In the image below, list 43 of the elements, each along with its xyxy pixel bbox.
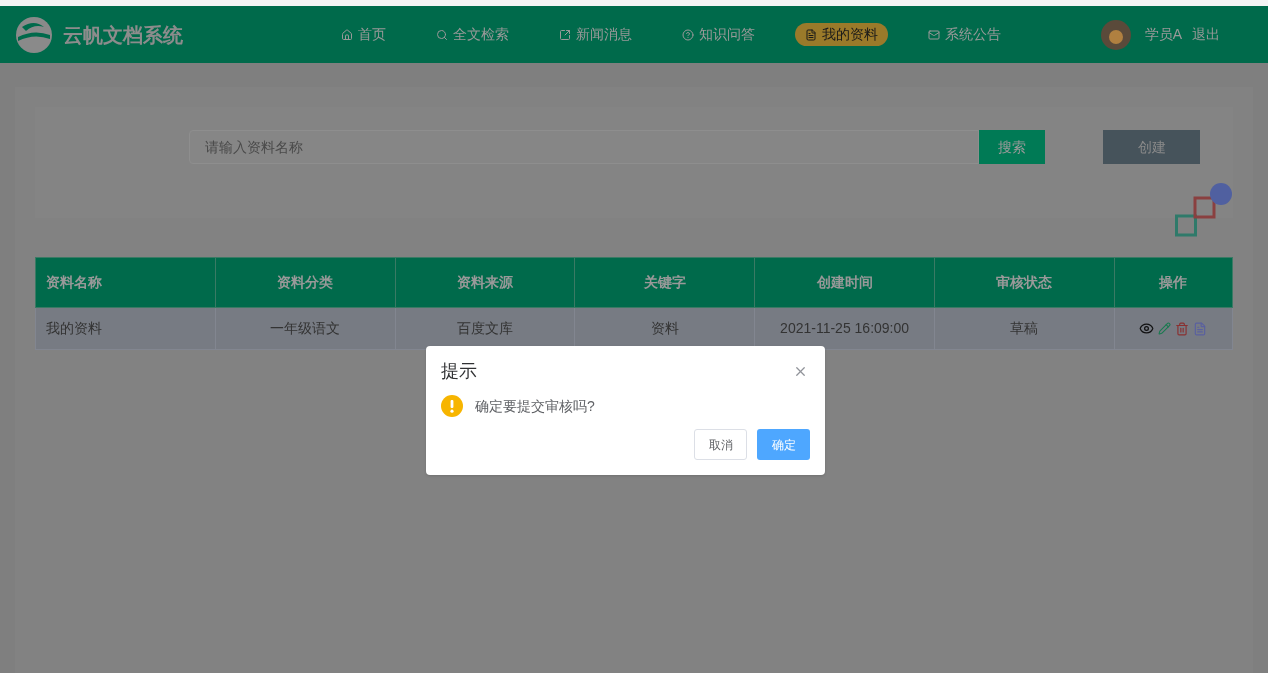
nav-item[interactable]: 首页 [331, 23, 396, 46]
logo-text: 云帆文档系统 [63, 22, 183, 48]
delete-icon[interactable] [1175, 321, 1190, 336]
search-icon [436, 28, 448, 41]
question-icon [682, 28, 694, 41]
edit-icon[interactable] [1158, 322, 1172, 335]
nav-item[interactable]: 全文检索 [426, 23, 519, 46]
table-cell: 百度文库 [395, 307, 575, 350]
table-cell: 草稿 [934, 307, 1115, 350]
avatar [1100, 19, 1131, 50]
search-field[interactable]: 请输入资料名称 [189, 130, 979, 164]
column-header: 操作 [1114, 257, 1233, 308]
column-header: 审核状态 [934, 257, 1115, 308]
submit-icon[interactable] [1193, 321, 1208, 336]
column-header: 创建时间 [754, 257, 935, 308]
document-icon [805, 28, 817, 41]
column-header: 资料来源 [395, 257, 575, 308]
user-name: 学员A [1144, 25, 1182, 44]
mail-icon [928, 28, 940, 41]
view-icon[interactable] [1139, 321, 1155, 336]
column-header: 资料名称 [35, 257, 216, 308]
nav-item[interactable]: 知识问答 [672, 23, 765, 46]
search-button[interactable]: 搜索 [979, 130, 1045, 164]
confirm-button[interactable]: 确定 [757, 429, 810, 460]
dialog-message: 确定要提交审核吗? [475, 396, 595, 416]
close-icon[interactable] [793, 364, 808, 379]
nav-item[interactable]: 我的资料 [795, 23, 888, 46]
nav-item[interactable]: 系统公告 [918, 23, 1011, 46]
logout-link[interactable]: 退出 [1192, 24, 1220, 45]
nav-item[interactable]: 新闻消息 [549, 23, 642, 46]
table-cell: 我的资料 [35, 307, 216, 350]
table-cell: 一年级语文 [215, 307, 396, 350]
home-icon [341, 28, 353, 41]
column-header: 资料分类 [215, 257, 396, 308]
column-header: 关键字 [574, 257, 755, 308]
cancel-button[interactable]: 取消 [694, 429, 747, 460]
table-cell: 2021-11-25 16:09:00 [754, 307, 935, 350]
decoration-drawing [1175, 183, 1233, 239]
dialog-title: 提示 [441, 360, 477, 383]
create-button[interactable]: 创建 [1103, 130, 1200, 164]
external-link-icon [559, 28, 571, 41]
warning-icon [441, 395, 463, 417]
logo-icon [14, 14, 54, 55]
